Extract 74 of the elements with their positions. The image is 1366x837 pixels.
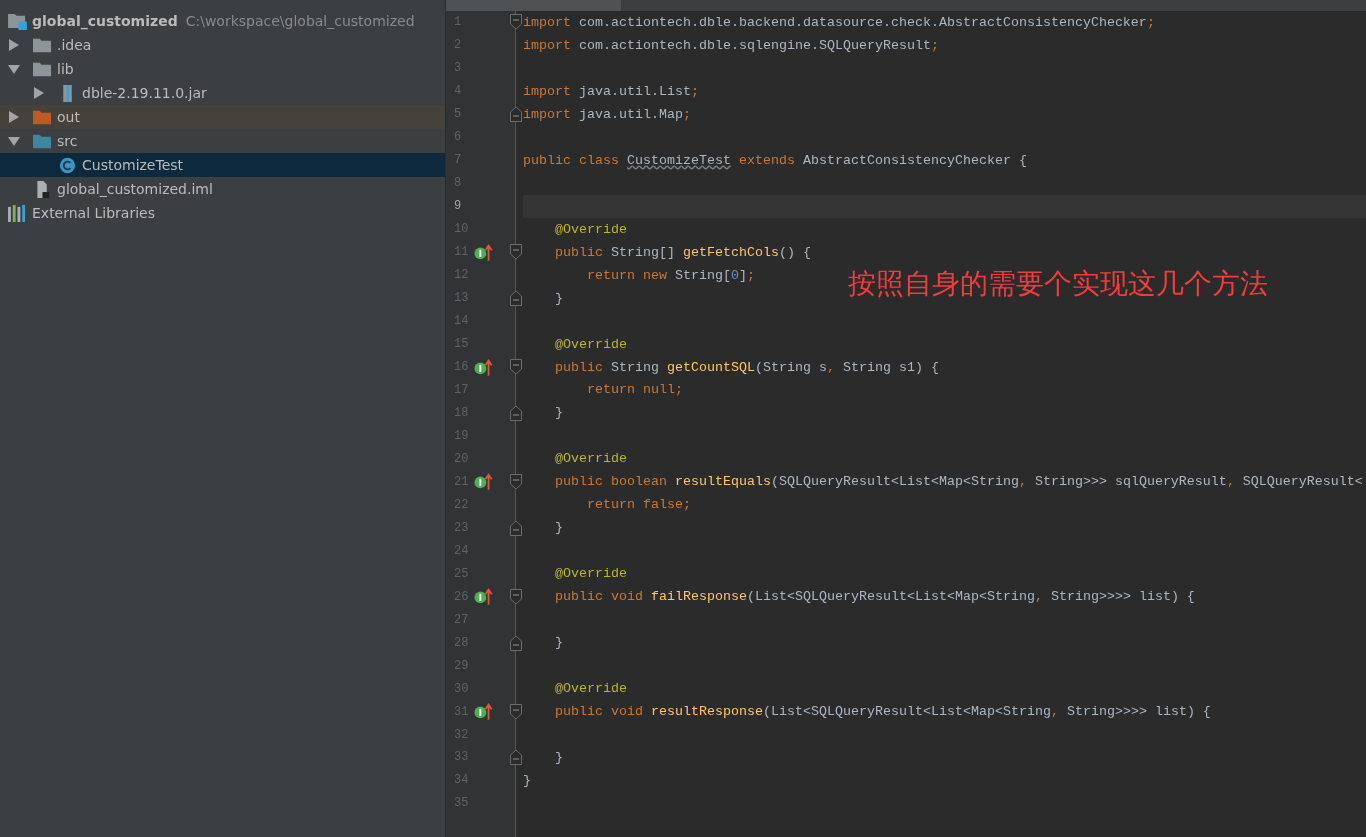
code-line: } bbox=[554, 289, 563, 308]
fold-marker-icon[interactable] bbox=[510, 519, 522, 536]
code-line: } bbox=[554, 404, 563, 423]
tree-row[interactable]: global_customized C:\workspace\global_customized bbox=[0, 9, 445, 33]
implements-marker-icon[interactable] bbox=[474, 703, 494, 721]
code-line: public boolean resultEquals(SQLQueryResult<List<Map<String, String>>> sqlQueryResult, SQLQueryResult< bbox=[554, 473, 1363, 492]
fold-marker-icon[interactable] bbox=[510, 244, 522, 261]
tree-row[interactable]: External Libraries bbox=[0, 201, 445, 225]
tree-label: lib bbox=[57, 61, 74, 77]
implements-marker-icon[interactable] bbox=[474, 358, 494, 376]
code-line: public void resultResponse(List<SQLQueryResult<List<Map<String, String>>>> list) { bbox=[554, 703, 1211, 722]
code-line: } bbox=[554, 634, 563, 653]
tree-row[interactable]: CustomizeTest bbox=[0, 153, 445, 177]
tree-arrow-icon[interactable] bbox=[8, 63, 20, 75]
project-folder-icon bbox=[8, 12, 27, 30]
fold-marker-icon[interactable] bbox=[510, 749, 522, 766]
fold-marker-icon[interactable] bbox=[510, 634, 522, 651]
tree-row[interactable]: src bbox=[0, 129, 445, 153]
tree-label: src bbox=[57, 133, 78, 149]
code-line: public String getCountSQL(String s, String s1) { bbox=[554, 358, 939, 377]
tree-arrow-icon[interactable] bbox=[33, 87, 45, 99]
folder-icon bbox=[33, 108, 52, 126]
tree-label: global_customized.iml bbox=[57, 181, 213, 197]
annotation-text: 按照自身的需要个实现这几个方法 bbox=[848, 266, 1268, 302]
tree-row[interactable]: dble-2.19.11.0.jar bbox=[0, 81, 445, 105]
code-line: @Override bbox=[554, 680, 627, 699]
code-line: @Override bbox=[554, 565, 627, 584]
code-line: import com.actiontech.dble.backend.datasource.check.AbstractConsistencyChecker; bbox=[523, 14, 1155, 32]
tree-row[interactable]: .idea bbox=[0, 33, 445, 57]
code-line: } bbox=[523, 771, 531, 790]
fold-marker-icon[interactable] bbox=[510, 404, 522, 421]
implements-marker-icon[interactable] bbox=[474, 243, 494, 261]
code-line: return new String[0]; bbox=[586, 266, 755, 285]
code-line: @Override bbox=[554, 220, 627, 239]
tree-row[interactable]: global_customized.iml bbox=[0, 177, 445, 201]
implements-marker-icon[interactable] bbox=[474, 473, 494, 491]
folder-icon bbox=[33, 132, 52, 150]
code-line: import com.actiontech.dble.sqlengine.SQLQueryResult; bbox=[523, 36, 939, 55]
code-line: import java.util.List; bbox=[523, 82, 699, 101]
implements-marker-icon[interactable] bbox=[474, 588, 494, 606]
tree-label: .idea bbox=[57, 37, 92, 53]
tree-arrow-icon[interactable] bbox=[8, 111, 20, 123]
code-line: public class CustomizeTest extends AbstractConsistencyChecker { bbox=[523, 151, 1027, 170]
project-name: global_customized bbox=[32, 13, 178, 29]
tree-label: External Libraries bbox=[32, 205, 155, 221]
code-line: } bbox=[554, 749, 563, 767]
project-path: C:\workspace\global_customized bbox=[185, 13, 415, 29]
fold-marker-icon[interactable] bbox=[510, 473, 522, 490]
tree-label: CustomizeTest bbox=[82, 157, 184, 173]
libraries-icon bbox=[8, 204, 27, 222]
tree-label: dble-2.19.11.0.jar bbox=[82, 85, 207, 101]
fold-marker-icon[interactable] bbox=[510, 359, 522, 375]
code-line: return null; bbox=[586, 381, 683, 400]
tree-row[interactable]: lib bbox=[0, 57, 445, 81]
fold-marker-icon[interactable] bbox=[510, 14, 522, 31]
code-line: import java.util.Map; bbox=[523, 105, 691, 124]
code-line: @Override bbox=[554, 335, 627, 354]
fold-marker-icon[interactable] bbox=[510, 703, 522, 720]
tree-row[interactable]: out bbox=[0, 105, 445, 129]
class-icon bbox=[58, 156, 77, 174]
folder-icon bbox=[33, 60, 52, 78]
fold-marker-icon[interactable] bbox=[510, 290, 522, 307]
tree-arrow-icon[interactable] bbox=[8, 39, 20, 51]
line-number: 9 bbox=[453, 198, 463, 216]
code-line: return false; bbox=[586, 496, 691, 515]
tree-arrow-icon[interactable] bbox=[8, 135, 20, 147]
fold-marker-icon[interactable] bbox=[510, 106, 522, 123]
tree-label: out bbox=[57, 109, 80, 125]
code-line: } bbox=[554, 519, 563, 538]
fold-marker-icon[interactable] bbox=[510, 588, 522, 605]
code-line: public String[] getFetchCols() { bbox=[554, 243, 811, 262]
code-line: @Override bbox=[554, 450, 627, 469]
code-line: public void failResponse(List<SQLQueryResult<List<Map<String, String>>>> list) { bbox=[554, 588, 1195, 607]
folder-icon bbox=[33, 36, 52, 54]
